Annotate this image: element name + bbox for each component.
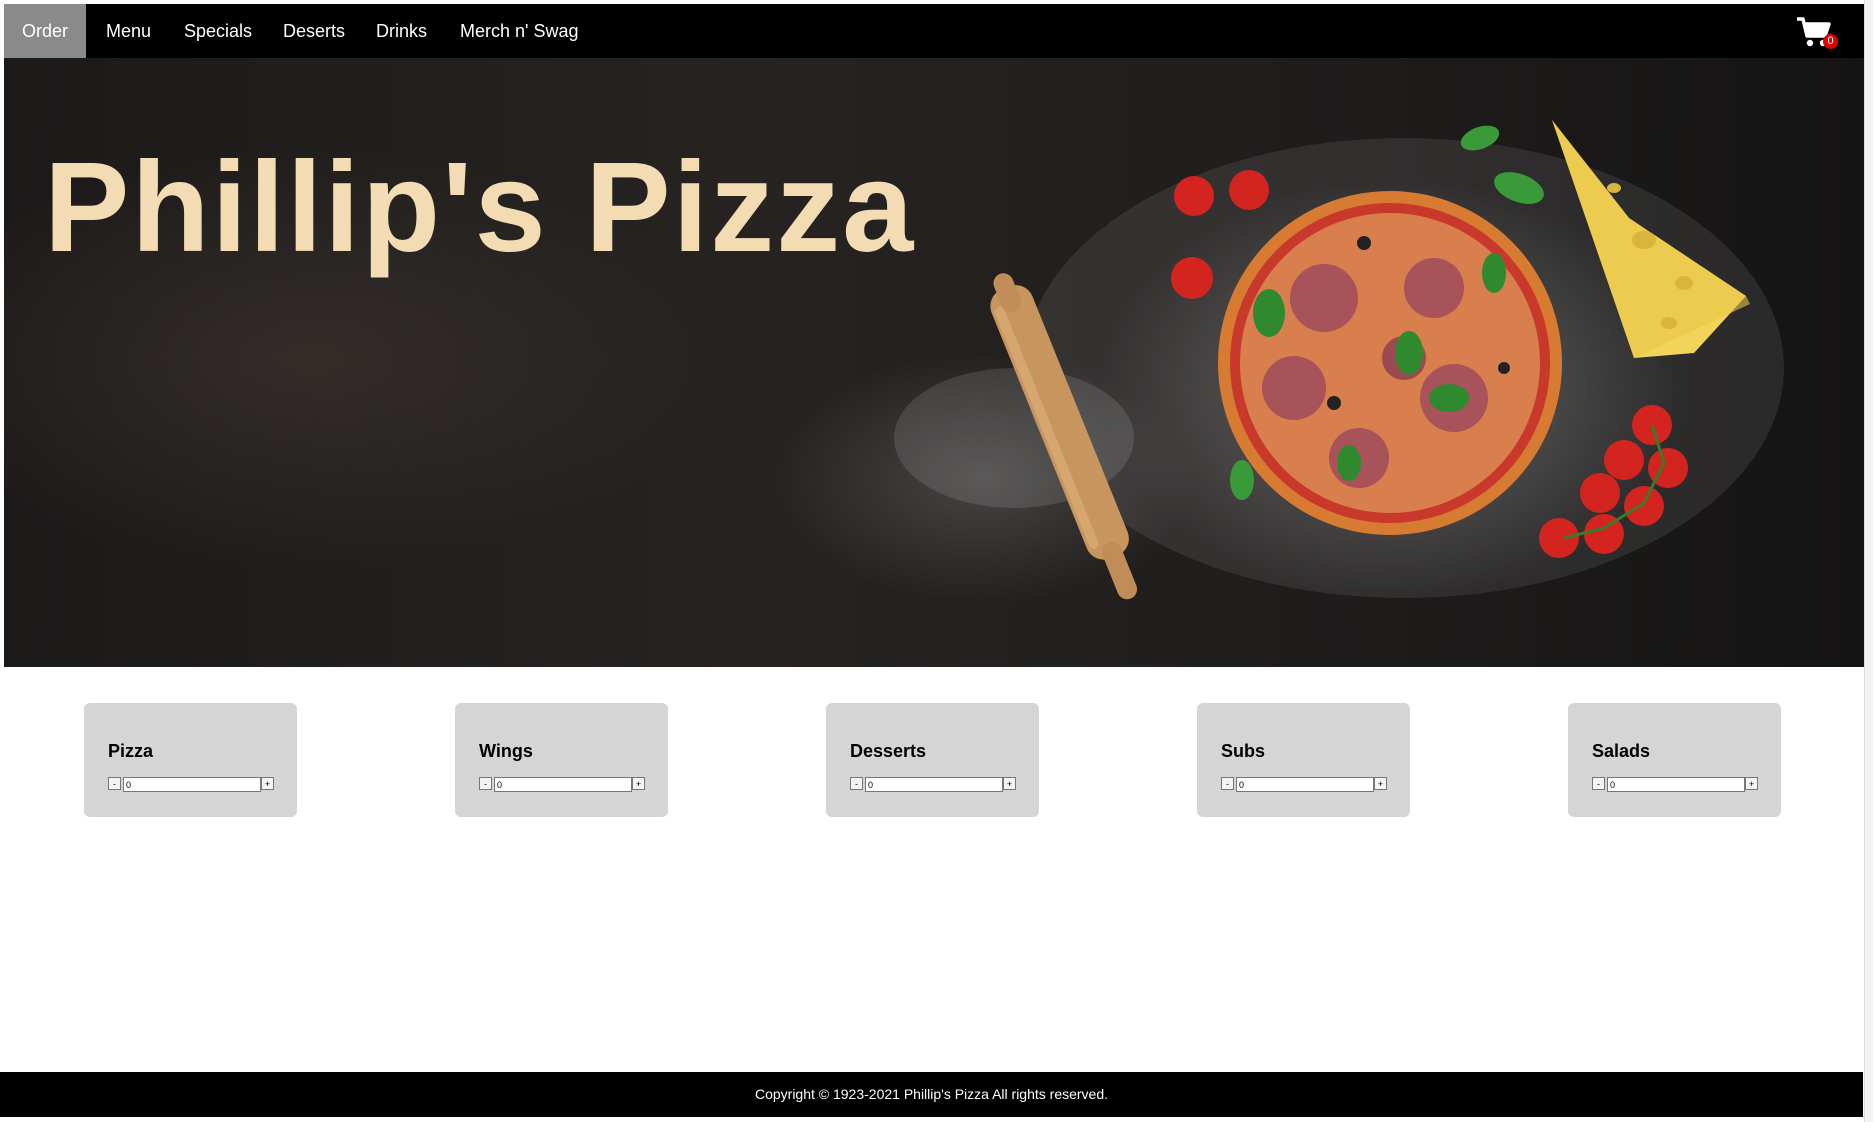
copyright-text: Copyright © 1923-2021 Phillip's Pizza Al… bbox=[754, 1086, 1109, 1102]
top-navbar: Order Menu Specials Deserts Drinks Merch… bbox=[4, 4, 1864, 58]
increment-button[interactable]: + bbox=[1745, 777, 1758, 790]
quantity-stepper: - + bbox=[479, 777, 645, 792]
category-card-desserts: Desserts - + bbox=[826, 703, 1039, 817]
category-card-salads: Salads - + bbox=[1568, 703, 1781, 817]
increment-button[interactable]: + bbox=[261, 777, 274, 790]
increment-button[interactable]: + bbox=[1003, 777, 1016, 790]
hero-banner: Phillip's Pizza bbox=[4, 58, 1864, 667]
nav-order[interactable]: Order bbox=[4, 4, 87, 58]
category-label: Pizza bbox=[108, 741, 154, 761]
page: Order Menu Specials Deserts Drinks Merch… bbox=[0, 0, 1864, 1118]
nav-menu[interactable]: Menu bbox=[88, 4, 169, 58]
category-label: Wings bbox=[479, 741, 533, 761]
cart-button[interactable]: 0 bbox=[1796, 16, 1838, 50]
quantity-input[interactable] bbox=[123, 777, 261, 792]
cart-count-badge: 0 bbox=[1823, 34, 1838, 49]
decrement-button[interactable]: - bbox=[1221, 777, 1234, 790]
quantity-stepper: - + bbox=[108, 777, 274, 792]
decrement-button[interactable]: - bbox=[1592, 777, 1605, 790]
decrement-button[interactable]: - bbox=[479, 777, 492, 790]
increment-button[interactable]: + bbox=[632, 777, 645, 790]
nav-merch[interactable]: Merch n' Swag bbox=[442, 4, 597, 58]
decrement-button[interactable]: - bbox=[108, 777, 121, 790]
category-card-wings: Wings - + bbox=[455, 703, 668, 817]
nav-specials[interactable]: Specials bbox=[166, 4, 270, 58]
window-scrollbar[interactable] bbox=[1864, 0, 1873, 1122]
category-label: Desserts bbox=[850, 741, 927, 761]
hero-food-illustration bbox=[894, 120, 1784, 600]
quantity-stepper: - + bbox=[850, 777, 1016, 792]
nav-deserts[interactable]: Deserts bbox=[265, 4, 363, 58]
quantity-input[interactable] bbox=[494, 777, 632, 792]
decrement-button[interactable]: - bbox=[850, 777, 863, 790]
category-card-subs: Subs - + bbox=[1197, 703, 1410, 817]
quantity-input[interactable] bbox=[865, 777, 1003, 792]
increment-button[interactable]: + bbox=[1374, 777, 1387, 790]
nav-drinks[interactable]: Drinks bbox=[358, 4, 445, 58]
quantity-stepper: - + bbox=[1592, 777, 1758, 792]
pizza-graphic bbox=[1218, 191, 1562, 535]
category-label: Salads bbox=[1592, 741, 1651, 761]
quantity-stepper: - + bbox=[1221, 777, 1387, 792]
category-label: Subs bbox=[1221, 741, 1266, 761]
category-card-pizza: Pizza - + bbox=[84, 703, 297, 817]
quantity-input[interactable] bbox=[1236, 777, 1374, 792]
quantity-input[interactable] bbox=[1607, 777, 1745, 792]
footer: Copyright © 1923-2021 Phillip's Pizza Al… bbox=[0, 1072, 1863, 1117]
